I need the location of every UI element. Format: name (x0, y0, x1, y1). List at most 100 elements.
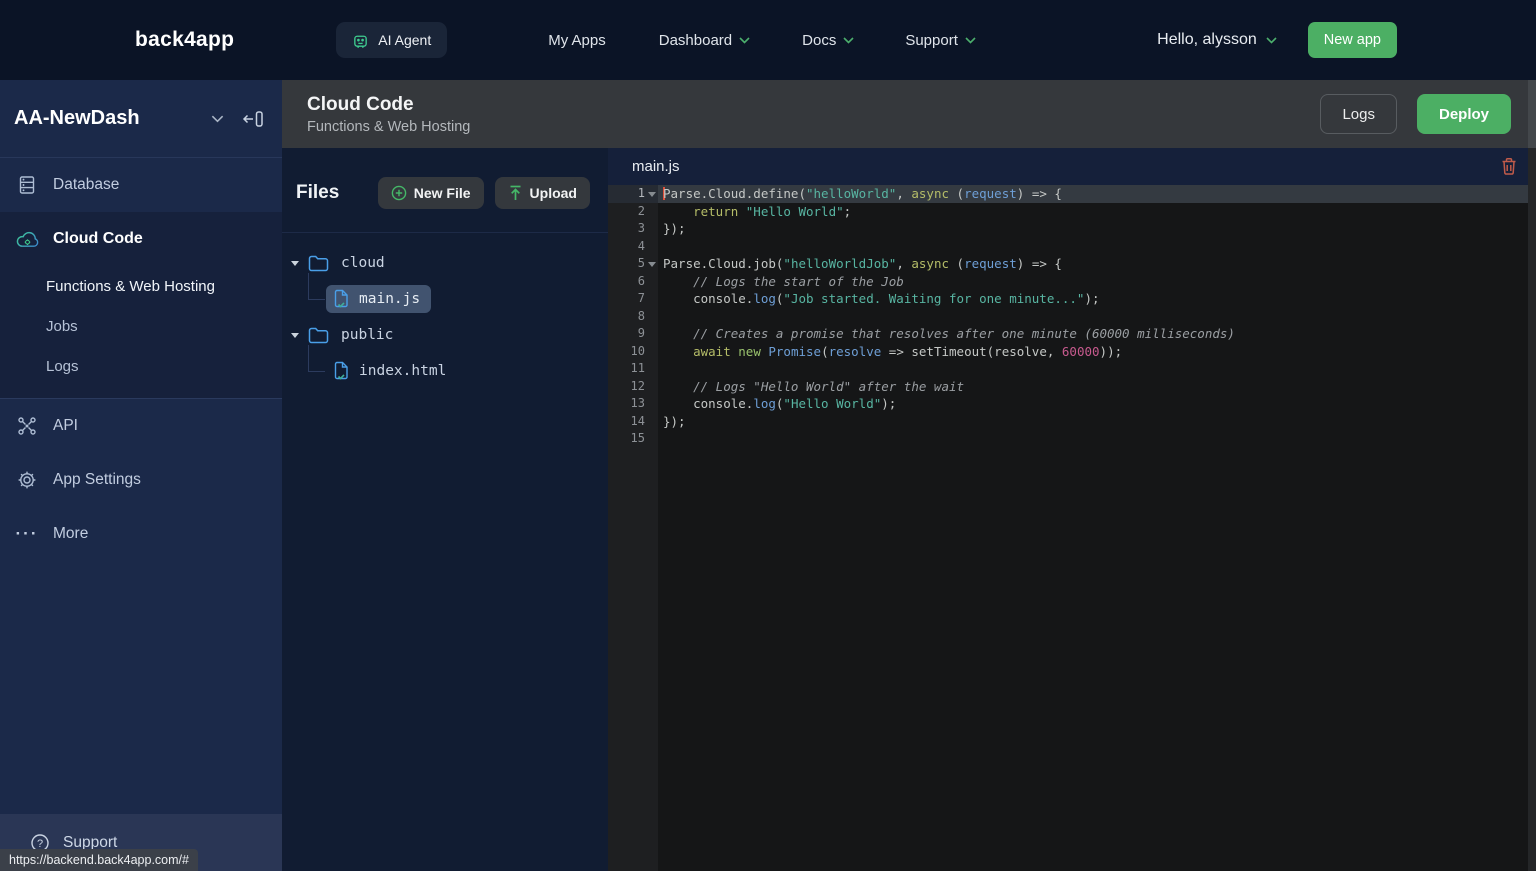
app-name: AA-NewDash (14, 107, 211, 130)
logo[interactable]: back4app (135, 28, 234, 52)
database-icon (15, 175, 39, 195)
link-status-tooltip: https://backend.back4app.com/# (0, 849, 198, 871)
line-number[interactable]: 7 (608, 290, 658, 308)
sidebar-subitem-functions-web-hosting[interactable]: Functions & Web Hosting (0, 266, 282, 306)
open-file-name: main.js (632, 158, 680, 175)
nav-my-apps[interactable]: My Apps (548, 32, 606, 49)
fold-icon[interactable] (648, 192, 656, 197)
api-icon (15, 416, 39, 436)
code-lines[interactable]: 1Parse.Cloud.define("helloWorld", async … (608, 185, 1536, 871)
code-line[interactable]: 9// Creates a promise that resolves afte… (608, 325, 1536, 343)
page-title: Cloud Code (307, 94, 470, 116)
cloud-code-icon (15, 230, 39, 249)
upload-button[interactable]: Upload (495, 177, 590, 209)
code-line[interactable]: 8 (608, 308, 1536, 326)
code-editor: main.js 1Parse.Cloud.define("helloWorld"… (608, 148, 1536, 871)
user-menu[interactable]: Hello, alysson (1157, 31, 1277, 49)
line-number[interactable]: 15 (608, 430, 658, 448)
line-number[interactable]: 8 (608, 308, 658, 326)
ellipsis-icon: ··· (15, 530, 39, 538)
chevron-down-icon[interactable] (211, 115, 224, 123)
sidebar-subitem-jobs[interactable]: Jobs (0, 306, 282, 346)
top-navbar: back4app AI Agent My Apps Dashboard (0, 0, 1536, 80)
code-line[interactable]: 12// Logs "Hello World" after the wait (608, 378, 1536, 396)
code-line[interactable]: 6// Logs the start of the Job (608, 273, 1536, 291)
tree-file-index-html[interactable]: index.html (282, 353, 608, 389)
code-line[interactable]: 7console.log("Job started. Waiting for o… (608, 290, 1536, 308)
code-line[interactable]: 10await new Promise(resolve => setTimeou… (608, 343, 1536, 361)
tree-file-main-js[interactable]: main.js (282, 281, 608, 317)
ai-agent-button[interactable]: AI Agent (336, 22, 447, 58)
tree-folder-public[interactable]: public (282, 317, 608, 353)
line-number[interactable]: 12 (608, 378, 658, 396)
code-line[interactable]: 11 (608, 360, 1536, 378)
plus-circle-icon (391, 185, 407, 201)
sidebar-item-database[interactable]: Database (0, 158, 282, 212)
tree-folder-cloud[interactable]: cloud (282, 245, 608, 281)
code-line[interactable]: 5Parse.Cloud.job("helloWorldJob", async … (608, 255, 1536, 273)
new-file-button[interactable]: New File (378, 177, 484, 209)
line-number[interactable]: 4 (608, 238, 658, 256)
page-header: Cloud Code Functions & Web Hosting Logs … (282, 80, 1536, 148)
expand-arrow-icon[interactable] (291, 261, 299, 266)
svg-text:?: ? (37, 838, 43, 850)
code-line[interactable]: 4 (608, 238, 1536, 256)
sidebar-item-more[interactable]: ··· More (0, 507, 282, 561)
code-line[interactable]: 3}); (608, 220, 1536, 238)
sidebar-item-api[interactable]: API (0, 399, 282, 453)
collapse-sidebar-icon[interactable] (241, 110, 264, 128)
line-number[interactable]: 10 (608, 343, 658, 361)
sidebar-item-cloud-code[interactable]: Cloud Code (0, 212, 282, 266)
chevron-down-icon (739, 37, 750, 44)
main-area: Cloud Code Functions & Web Hosting Logs … (282, 80, 1536, 871)
code-line[interactable]: 1Parse.Cloud.define("helloWorld", async … (608, 185, 1536, 203)
line-number[interactable]: 3 (608, 220, 658, 238)
sidebar-subitem-logs[interactable]: Logs (0, 346, 282, 386)
nav-support[interactable]: Support (905, 32, 976, 49)
chevron-down-icon (1266, 37, 1277, 44)
gear-icon (15, 470, 39, 490)
cloud-code-section: Cloud Code Functions & Web Hosting Jobs … (0, 212, 282, 399)
expand-arrow-icon[interactable] (291, 333, 299, 338)
line-number[interactable]: 9 (608, 325, 658, 343)
logs-button[interactable]: Logs (1320, 94, 1397, 134)
line-number[interactable]: 6 (608, 273, 658, 291)
nav-docs[interactable]: Docs (802, 32, 854, 49)
line-number[interactable]: 1 (608, 185, 658, 203)
chevron-down-icon (843, 37, 854, 44)
new-app-button[interactable]: New app (1308, 22, 1397, 58)
selected-file[interactable]: main.js (326, 285, 431, 313)
line-number[interactable]: 14 (608, 413, 658, 431)
page-subtitle: Functions & Web Hosting (307, 119, 470, 135)
ai-agent-label: AI Agent (378, 32, 431, 48)
file-check-icon (333, 289, 350, 309)
deploy-button[interactable]: Deploy (1417, 94, 1511, 134)
line-number[interactable]: 11 (608, 360, 658, 378)
app-selector[interactable]: AA-NewDash (0, 80, 282, 158)
greeting: Hello, alysson (1157, 31, 1257, 49)
code-line[interactable]: 2return "Hello World"; (608, 203, 1536, 221)
scrollbar-track[interactable] (1528, 80, 1536, 148)
editor-tabbar: main.js (608, 148, 1536, 185)
folder-icon (308, 255, 329, 272)
code-line[interactable]: 13console.log("Hello World"); (608, 395, 1536, 413)
app-window: back4app AI Agent My Apps Dashboard (0, 0, 1536, 871)
line-number[interactable]: 2 (608, 203, 658, 221)
file-check-icon (333, 361, 350, 381)
files-header: Files New File (282, 148, 608, 233)
fold-icon[interactable] (648, 262, 656, 267)
files-panel: Files New File (282, 148, 608, 871)
line-number[interactable]: 13 (608, 395, 658, 413)
trash-icon[interactable] (1501, 157, 1517, 176)
line-number[interactable]: 5 (608, 255, 658, 273)
nav-dashboard[interactable]: Dashboard (659, 32, 750, 49)
sidebar-item-app-settings[interactable]: App Settings (0, 453, 282, 507)
chevron-down-icon (965, 37, 976, 44)
file-tree: cloud ma (282, 233, 608, 389)
files-title: Files (296, 182, 339, 204)
code-line[interactable]: 14}); (608, 413, 1536, 431)
robot-icon (352, 32, 369, 49)
sidebar: AA-NewDash (0, 80, 282, 871)
scrollbar-track[interactable] (1528, 148, 1536, 871)
code-line[interactable]: 15 (608, 430, 1536, 448)
